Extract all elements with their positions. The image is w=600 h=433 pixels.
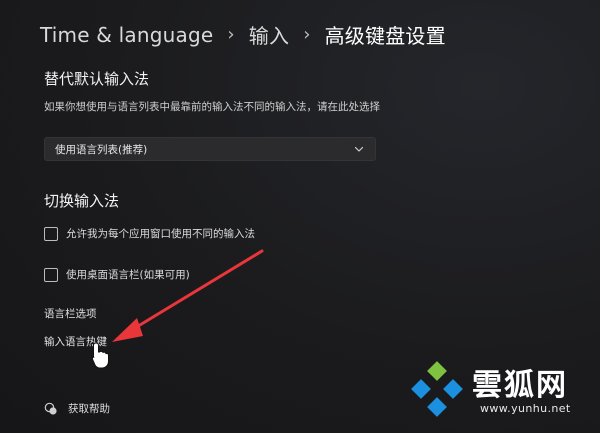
desktop-language-bar-label: 使用桌面语言栏(如果可用): [66, 269, 190, 281]
yunhu-logo-icon: [411, 361, 463, 417]
override-section-title: 替代默认输入法: [44, 70, 150, 88]
settings-page: Time & language › 输入 › 高级键盘设置 替代默认输入法 如果…: [0, 0, 600, 433]
input-language-hotkeys-link[interactable]: 输入语言热键: [44, 334, 107, 349]
watermark: 雲狐网 www.yunhu.net: [408, 358, 598, 428]
per-app-input-method-label: 允许我为每个应用窗口使用不同的输入法: [66, 228, 255, 240]
breadcrumb: Time & language › 输入 › 高级键盘设置: [40, 20, 446, 49]
breadcrumb-item-input[interactable]: 输入: [249, 20, 289, 49]
watermark-url: www.yunhu.net: [480, 402, 571, 415]
breadcrumb-separator: ›: [227, 24, 235, 45]
get-help-link[interactable]: 获取帮助: [44, 401, 110, 416]
dropdown-selected-value: 使用语言列表(推荐): [55, 143, 148, 156]
desktop-language-bar-checkbox[interactable]: [44, 267, 58, 282]
page-title: 高级键盘设置: [324, 24, 446, 48]
switch-section-title: 切换输入法: [44, 192, 120, 210]
get-help-label: 获取帮助: [68, 403, 110, 415]
language-bar-options-link[interactable]: 语言栏选项: [44, 306, 97, 321]
watermark-text: 雲狐网: [472, 368, 568, 403]
desktop-language-bar-option[interactable]: 使用桌面语言栏(如果可用): [44, 267, 190, 282]
chevron-down-icon: [354, 146, 364, 152]
default-input-method-dropdown[interactable]: 使用语言列表(推荐): [44, 137, 376, 161]
per-app-input-method-option[interactable]: 允许我为每个应用窗口使用不同的输入法: [44, 226, 255, 241]
per-app-input-method-checkbox[interactable]: [44, 226, 58, 241]
override-section-description: 如果你想使用与语言列表中最靠前的输入法不同的输入法，请在此处选择: [44, 101, 380, 113]
help-chat-icon: [44, 402, 57, 415]
breadcrumb-separator: ›: [303, 24, 311, 45]
breadcrumb-item-time-language[interactable]: Time & language: [40, 23, 213, 47]
